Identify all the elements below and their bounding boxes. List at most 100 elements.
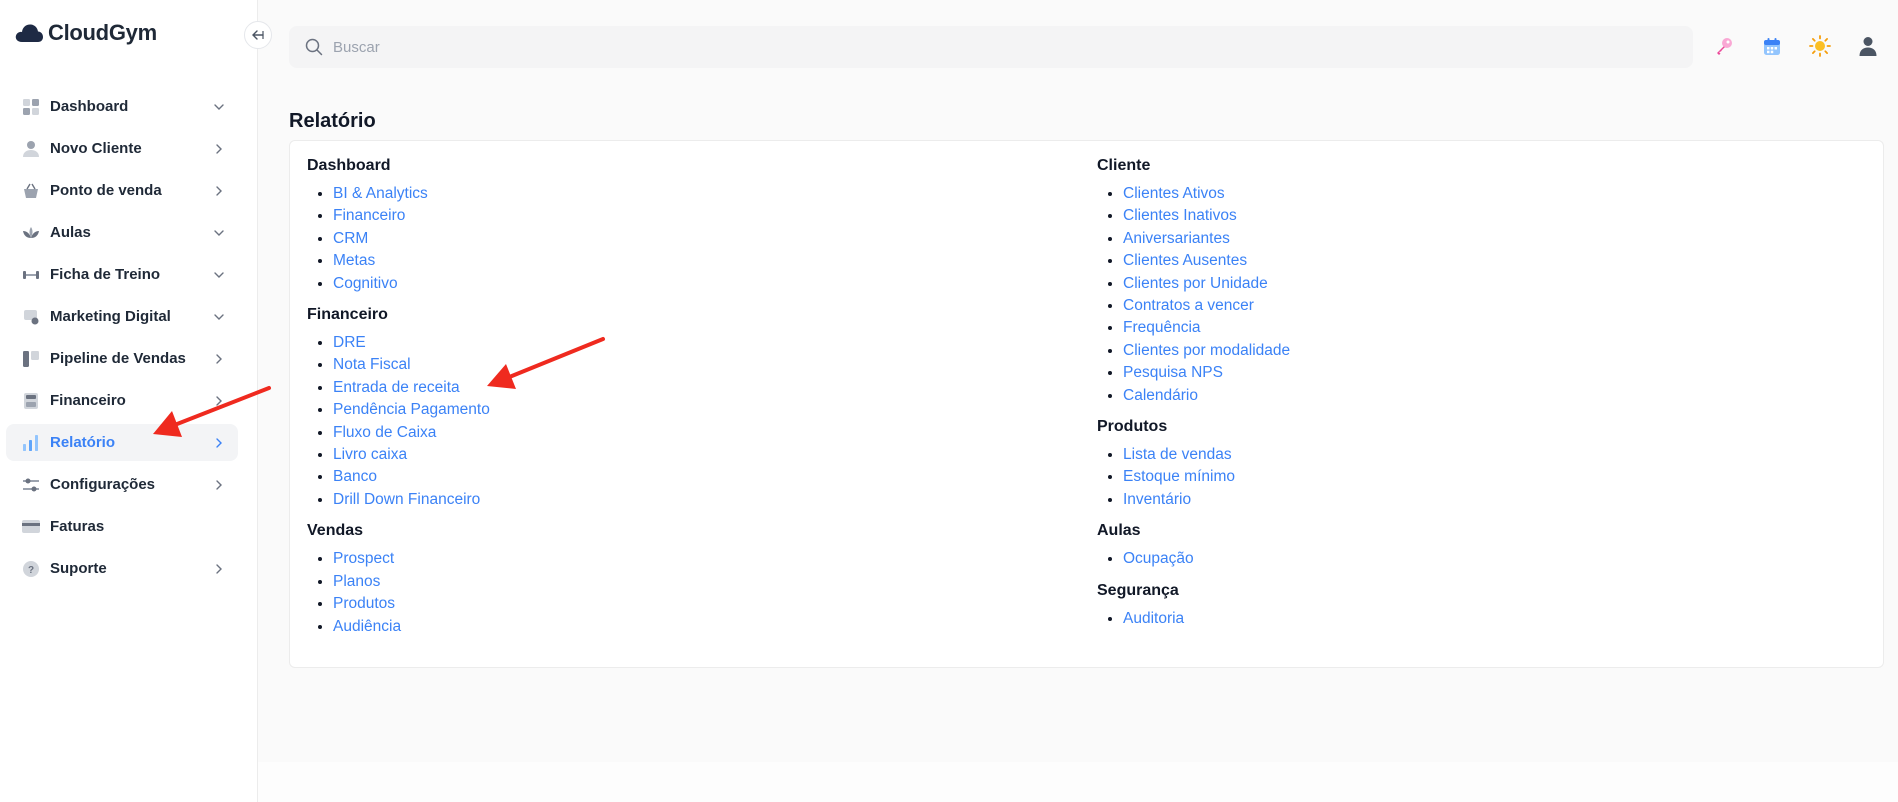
- report-link[interactable]: Inventário: [1123, 491, 1191, 508]
- list-item: Aniversariantes: [1123, 228, 1290, 250]
- report-link[interactable]: Contratos a vencer: [1123, 297, 1254, 314]
- sidebar-item-novo-cliente[interactable]: Novo Cliente: [6, 130, 238, 167]
- arrow-left-icon: [252, 30, 264, 40]
- report-link[interactable]: Produtos: [333, 595, 395, 612]
- list-item: Clientes Inativos: [1123, 205, 1290, 227]
- sidebar-item-label: Pipeline de Vendas: [50, 350, 186, 367]
- user-profile-icon[interactable]: [1856, 34, 1880, 58]
- brand-logo[interactable]: CloudGym: [14, 20, 157, 46]
- list-item: BI & Analytics: [333, 183, 490, 205]
- sun-icon[interactable]: [1808, 34, 1832, 58]
- search-bar: [289, 26, 1693, 68]
- sidebar-item-marketing-digital[interactable]: Marketing Digital: [6, 298, 238, 335]
- section-list-vendas: Prospect Planos Produtos Audiência: [307, 548, 490, 638]
- sidebar-item-configuracoes[interactable]: Configurações: [6, 466, 238, 503]
- basket-icon: [22, 182, 40, 200]
- report-link[interactable]: Audiência: [333, 618, 401, 635]
- report-link[interactable]: Aniversariantes: [1123, 230, 1230, 247]
- credit-card-icon: [22, 518, 40, 536]
- calendar-icon[interactable]: [1760, 34, 1784, 58]
- report-link[interactable]: Calendário: [1123, 387, 1198, 404]
- sidebar-item-faturas[interactable]: Faturas: [6, 508, 238, 545]
- list-item: Produtos: [333, 593, 490, 615]
- report-link[interactable]: Cognitivo: [333, 275, 398, 292]
- report-link[interactable]: Nota Fiscal: [333, 356, 411, 373]
- search-icon: [305, 38, 323, 56]
- report-link[interactable]: Metas: [333, 252, 375, 269]
- report-card: Dashboard BI & Analytics Financeiro CRM …: [289, 140, 1884, 668]
- search-input[interactable]: [333, 38, 933, 56]
- list-item: Livro caixa: [333, 444, 490, 466]
- sidebar-item-suporte[interactable]: ? Suporte: [6, 550, 238, 587]
- chevron-down-icon: [210, 98, 228, 116]
- report-link[interactable]: BI & Analytics: [333, 185, 428, 202]
- brand-name: CloudGym: [48, 20, 157, 45]
- report-link[interactable]: Clientes Inativos: [1123, 207, 1237, 224]
- sidebar-item-ponto-de-venda[interactable]: Ponto de venda: [6, 172, 238, 209]
- report-link[interactable]: Banco: [333, 468, 377, 485]
- report-link[interactable]: Clientes por modalidade: [1123, 342, 1290, 359]
- sidebar-item-aulas[interactable]: Aulas: [6, 214, 238, 251]
- user-icon: [22, 140, 40, 158]
- section-title-produtos: Produtos: [1097, 418, 1168, 436]
- sidebar-item-label: Aulas: [50, 224, 91, 241]
- list-item: Financeiro: [333, 205, 490, 227]
- chevron-right-icon: [210, 392, 228, 410]
- report-link[interactable]: Lista de vendas: [1123, 446, 1232, 463]
- chevron-down-icon: [210, 224, 228, 242]
- report-link[interactable]: Financeiro: [333, 207, 405, 224]
- sidebar-item-label: Ponto de venda: [50, 182, 162, 199]
- cloud-icon: [15, 24, 43, 42]
- sidebar-item-label: Novo Cliente: [50, 140, 142, 157]
- section-title-vendas: Vendas: [307, 522, 364, 540]
- sidebar-item-label: Financeiro: [50, 392, 126, 409]
- calculator-icon: [22, 392, 40, 410]
- report-link[interactable]: Pendência Pagamento: [333, 401, 490, 418]
- list-item: Planos: [333, 571, 490, 593]
- list-item: Clientes Ativos: [1123, 183, 1290, 205]
- list-item: Clientes por Unidade: [1123, 273, 1290, 295]
- key-icon[interactable]: [1712, 34, 1736, 58]
- report-link[interactable]: Entrada de receita: [333, 379, 460, 396]
- megaphone-icon: [22, 308, 40, 326]
- sidebar-item-financeiro[interactable]: Financeiro: [6, 382, 238, 419]
- sidebar-item-ficha-de-treino[interactable]: Ficha de Treino: [6, 256, 238, 293]
- report-link[interactable]: Drill Down Financeiro: [333, 491, 480, 508]
- chevron-right-icon: [210, 434, 228, 452]
- page-title: Relatório: [289, 110, 376, 132]
- chevron-right-icon: [210, 182, 228, 200]
- report-link[interactable]: Prospect: [333, 550, 394, 567]
- report-link[interactable]: Auditoria: [1123, 610, 1184, 627]
- report-link[interactable]: Planos: [333, 573, 380, 590]
- report-link[interactable]: Livro caixa: [333, 446, 407, 463]
- sidebar-item-relatorio[interactable]: Relatório: [6, 424, 238, 461]
- section-list-financeiro: DRE Nota Fiscal Entrada de receita Pendê…: [307, 332, 490, 511]
- section-list-dashboard: BI & Analytics Financeiro CRM Metas Cogn…: [307, 183, 490, 295]
- report-link[interactable]: Estoque mínimo: [1123, 468, 1235, 485]
- pipeline-icon: [22, 350, 40, 368]
- sidebar-item-pipeline-de-vendas[interactable]: Pipeline de Vendas: [6, 340, 238, 377]
- list-item: Metas: [333, 250, 490, 272]
- list-item: Clientes por modalidade: [1123, 340, 1290, 362]
- report-link[interactable]: CRM: [333, 230, 368, 247]
- report-link[interactable]: DRE: [333, 334, 366, 351]
- report-link[interactable]: Clientes Ativos: [1123, 185, 1225, 202]
- report-link[interactable]: Pesquisa NPS: [1123, 364, 1223, 381]
- report-link[interactable]: Ocupação: [1123, 550, 1194, 567]
- list-item: DRE: [333, 332, 490, 354]
- sidebar-item-label: Faturas: [50, 518, 105, 535]
- grid-icon: [22, 98, 40, 116]
- sidebar-item-label: Dashboard: [50, 98, 129, 115]
- help-icon: ?: [22, 560, 40, 578]
- report-link[interactable]: Clientes Ausentes: [1123, 252, 1247, 269]
- report-link[interactable]: Frequência: [1123, 319, 1201, 336]
- report-link[interactable]: Fluxo de Caixa: [333, 424, 436, 441]
- collapse-sidebar-button[interactable]: [244, 21, 272, 49]
- report-link[interactable]: Clientes por Unidade: [1123, 275, 1268, 292]
- sliders-icon: [22, 476, 40, 494]
- section-title-cliente: Cliente: [1097, 157, 1151, 174]
- list-item: Pendência Pagamento: [333, 399, 490, 421]
- section-list-seguranca: Auditoria: [1097, 608, 1290, 630]
- chevron-right-icon: [210, 476, 228, 494]
- sidebar-item-dashboard[interactable]: Dashboard: [6, 88, 238, 125]
